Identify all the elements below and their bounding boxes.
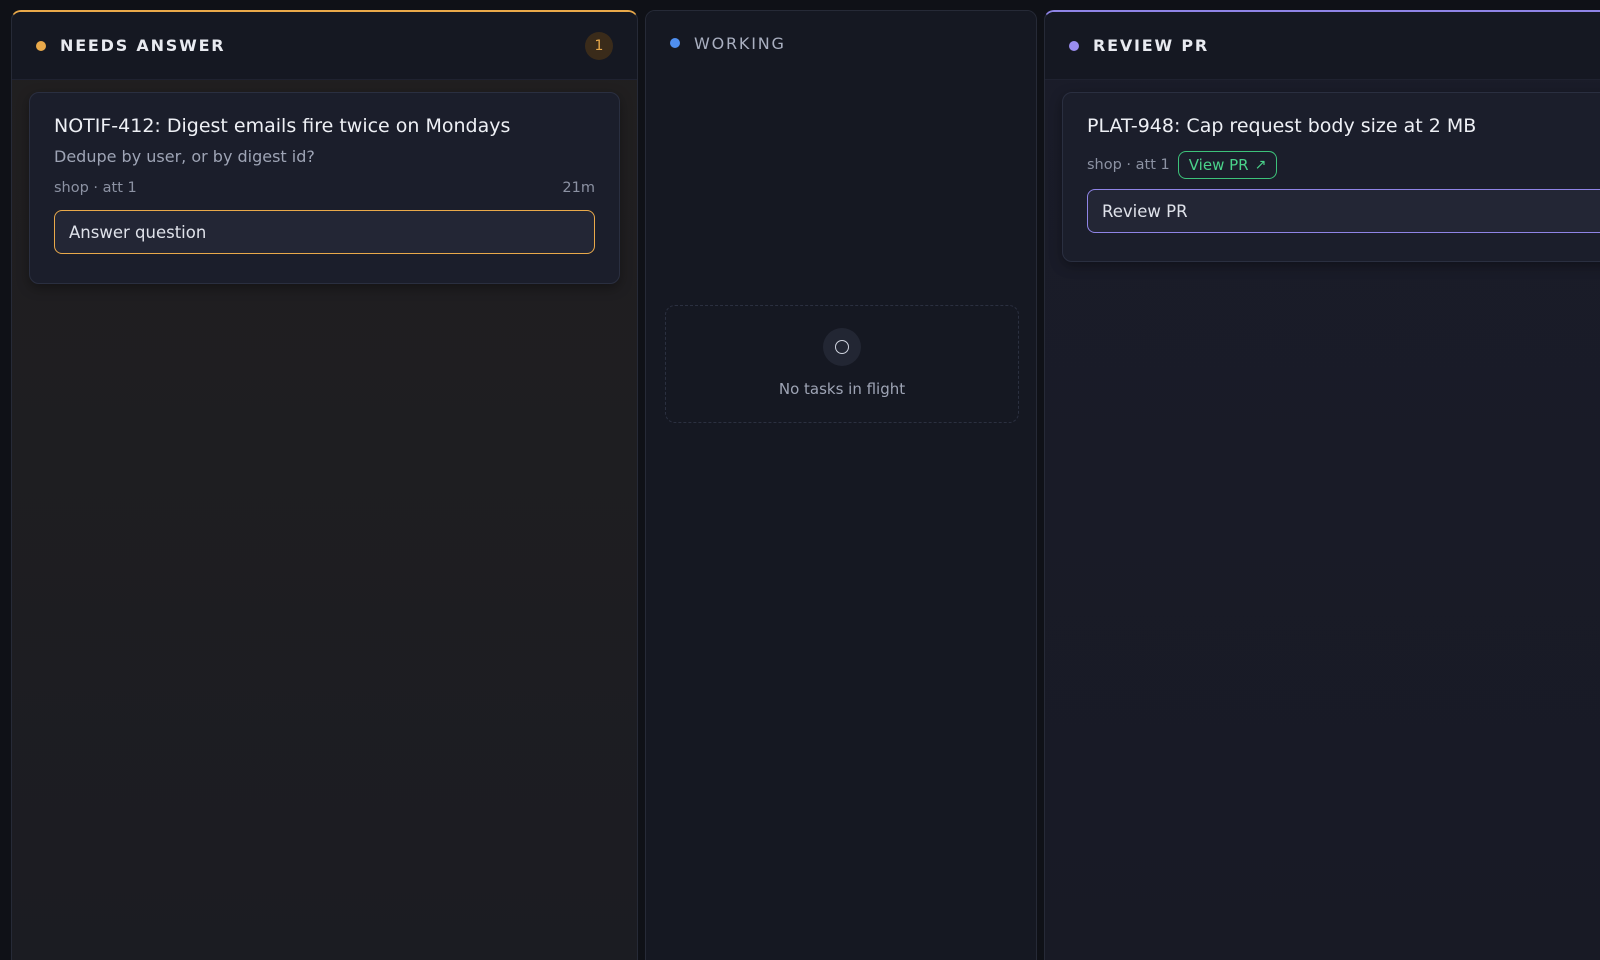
view-pr-label: View PR: [1188, 156, 1249, 174]
column-header: WORKING: [646, 11, 1036, 75]
task-title: PLAT-948: Cap request body size at 2 MB: [1087, 115, 1477, 137]
empty-state: No tasks in flight: [665, 305, 1019, 423]
external-arrow-icon: ↗: [1254, 157, 1267, 173]
empty-icon-container: [823, 328, 861, 366]
task-meta-label: shop · att 1: [54, 180, 137, 196]
status-dot-icon: [1069, 40, 1079, 51]
task-card[interactable]: NOTIF-412: Digest emails fire twice on M…: [29, 92, 620, 284]
column-title: NEEDS ANSWER: [60, 36, 226, 55]
column-header: NEEDS ANSWER 1: [12, 12, 637, 80]
kanban-board: NEEDS ANSWER 1 NOTIF-412: Digest emails …: [0, 0, 1600, 960]
empty-state-text: No tasks in flight: [778, 380, 906, 398]
task-meta-label: shop · att 1: [1087, 157, 1170, 173]
task-meta: shop · att 1 View PR ↗: [1087, 151, 1600, 179]
review-pr-button[interactable]: Review PR: [1087, 189, 1600, 233]
task-card[interactable]: PLAT-948: Cap request body size at 2 MB …: [1062, 92, 1600, 262]
task-meta: shop · att 1 21m: [54, 180, 595, 196]
status-dot-icon: [670, 38, 680, 48]
task-question: Dedupe by user, or by digest id?: [54, 147, 315, 166]
status-dot-icon: [36, 40, 46, 51]
column-header: REVIEW PR: [1045, 12, 1600, 80]
column-working: WORKING No tasks in flight: [645, 10, 1037, 960]
count-badge: 1: [585, 31, 613, 60]
circle-icon: [835, 340, 849, 354]
view-pr-link[interactable]: View PR ↗: [1177, 151, 1278, 179]
column-needs-answer: NEEDS ANSWER 1 NOTIF-412: Digest emails …: [11, 10, 638, 960]
task-title: NOTIF-412: Digest emails fire twice on M…: [54, 115, 511, 137]
answer-question-button[interactable]: Answer question: [54, 210, 595, 254]
column-review-pr: REVIEW PR PLAT-948: Cap request body siz…: [1044, 10, 1600, 960]
column-title: REVIEW PR: [1093, 36, 1209, 55]
column-title: WORKING: [694, 33, 786, 53]
task-age: 21m: [562, 180, 595, 196]
